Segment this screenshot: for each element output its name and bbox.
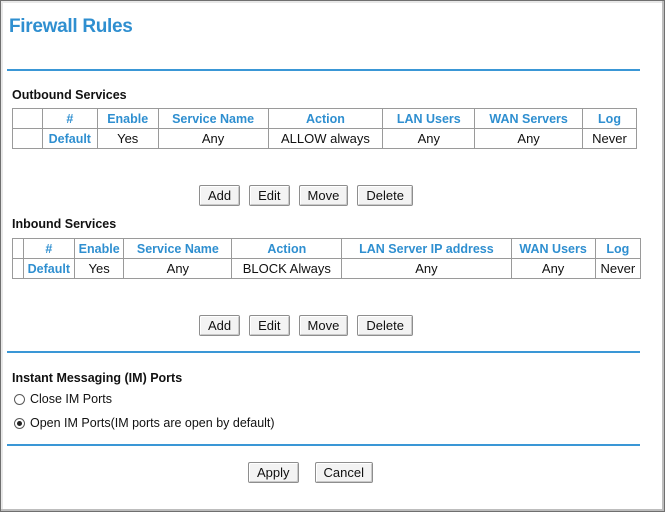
row-select-cell[interactable]	[12, 128, 43, 149]
table-cell: ALLOW always	[267, 128, 384, 149]
table-cell: Any	[474, 128, 584, 149]
radio-close-im-ports[interactable]: Close IM Ports	[14, 392, 112, 406]
outbound-button-row: Add Edit Move Delete	[199, 185, 413, 206]
column-header: LAN Users	[382, 108, 476, 129]
inbound-add-button[interactable]: Add	[199, 315, 241, 336]
page-title: Firewall Rules	[9, 16, 133, 37]
column-header: Service Name	[157, 108, 269, 129]
row-select-cell	[12, 238, 24, 259]
im-heading: Instant Messaging (IM) Ports	[12, 371, 183, 385]
outbound-delete-button[interactable]: Delete	[357, 185, 413, 206]
column-header: Enable	[73, 238, 125, 259]
table-cell: BLOCK Always	[231, 258, 343, 279]
table-row: Default Yes Any BLOCK Always Any Any Nev…	[12, 258, 642, 279]
column-header: Enable	[96, 108, 159, 129]
column-header: LAN Server IP address	[341, 238, 512, 259]
inbound-move-button[interactable]: Move	[298, 315, 349, 336]
table-cell: Default	[22, 258, 75, 279]
table-cell: Any	[382, 128, 476, 149]
cancel-button[interactable]: Cancel	[314, 462, 373, 483]
inbound-button-row: Add Edit Move Delete	[199, 315, 413, 336]
column-header: Service Name	[123, 238, 233, 259]
radio-label: Close IM Ports	[30, 392, 112, 406]
footer-divider	[7, 444, 640, 446]
table-row: Default Yes Any ALLOW always Any Any Nev…	[12, 128, 637, 149]
inbound-delete-button[interactable]: Delete	[357, 315, 413, 336]
radio-label: Open IM Ports(IM ports are open by defau…	[30, 416, 275, 430]
column-header: #	[41, 108, 98, 129]
inbound-edit-button[interactable]: Edit	[249, 315, 290, 336]
table-cell: Yes	[96, 128, 159, 149]
column-header: Action	[267, 108, 384, 129]
apply-button[interactable]: Apply	[248, 462, 299, 483]
table-cell: Any	[341, 258, 512, 279]
footer-button-row: Apply Cancel	[248, 462, 373, 483]
column-header: Log	[594, 238, 642, 259]
inbound-table: # Enable Service Name Action LAN Server …	[12, 238, 642, 279]
column-header: WAN Servers	[474, 108, 584, 129]
row-select-cell	[12, 108, 43, 129]
table-header-row: # Enable Service Name Action LAN Server …	[12, 238, 642, 259]
im-divider	[7, 351, 640, 353]
column-header: WAN Users	[510, 238, 596, 259]
outbound-heading: Outbound Services	[12, 88, 127, 102]
column-header: Log	[582, 108, 637, 129]
table-cell: Any	[157, 128, 269, 149]
table-cell: Any	[123, 258, 233, 279]
table-header-row: # Enable Service Name Action LAN Users W…	[12, 108, 637, 129]
column-header: Action	[231, 238, 343, 259]
table-cell: Yes	[73, 258, 125, 279]
outbound-edit-button[interactable]: Edit	[249, 185, 290, 206]
table-cell: Never	[582, 128, 637, 149]
column-header: #	[22, 238, 75, 259]
radio-button-icon[interactable]	[14, 393, 25, 405]
radio-button-selected-icon[interactable]	[14, 417, 25, 429]
outbound-add-button[interactable]: Add	[199, 185, 241, 206]
radio-open-im-ports[interactable]: Open IM Ports(IM ports are open by defau…	[14, 416, 275, 430]
outbound-table: # Enable Service Name Action LAN Users W…	[12, 108, 637, 149]
title-divider	[7, 69, 640, 71]
table-cell: Any	[510, 258, 596, 279]
table-cell: Never	[594, 258, 642, 279]
row-select-cell[interactable]	[12, 258, 24, 279]
outbound-move-button[interactable]: Move	[298, 185, 349, 206]
table-cell: Default	[41, 128, 98, 149]
inbound-heading: Inbound Services	[12, 217, 117, 231]
